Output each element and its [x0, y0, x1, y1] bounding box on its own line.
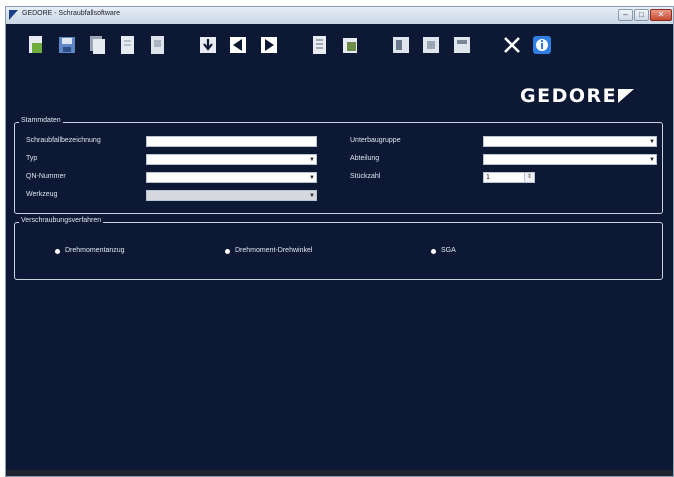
chevron-down-icon: ▼ [309, 157, 315, 163]
radio-label: Drehmoment-Drehwinkel [235, 247, 313, 254]
document-icon [121, 36, 134, 54]
stammdaten-group: Stammdaten Schraubfallbezeichnung Typ ▼ … [14, 117, 663, 214]
maximize-button[interactable]: □ [634, 9, 649, 21]
document-button[interactable] [147, 35, 167, 55]
werkzeug-select[interactable]: ▼ [146, 190, 317, 201]
schraubfall-input[interactable] [146, 136, 317, 147]
unterbaugruppe-label: Unterbaugruppe [350, 137, 401, 144]
import-button[interactable] [198, 35, 218, 55]
radio-dot-icon [431, 249, 436, 254]
floppy-disk-icon [59, 37, 75, 53]
settings-button[interactable] [502, 35, 522, 55]
stueckzahl-spinner[interactable]: 1 ⇕ [483, 172, 535, 183]
paste-button[interactable] [117, 35, 137, 55]
title-bar: GEDORE - Schraubfallsoftware – □ ✕ [6, 7, 673, 24]
document-plus-icon [29, 36, 42, 53]
schraubfall-label: Schraubfallbezeichnung [26, 137, 101, 144]
typ-select[interactable]: ▼ [146, 154, 317, 165]
arrow-left-icon [230, 37, 246, 53]
qn-label: QN-Nummer [26, 173, 66, 180]
document-icon [151, 36, 164, 54]
previous-button[interactable] [228, 35, 248, 55]
minimize-button[interactable]: – [618, 9, 633, 21]
template-button[interactable] [452, 35, 472, 55]
verfahren-group: Verschraubungsverfahren Drehmomentanzug … [14, 217, 663, 280]
next-button[interactable] [259, 35, 279, 55]
abteilung-select[interactable]: ▼ [483, 154, 657, 165]
tools-icon [504, 37, 520, 53]
radio-label: SGA [441, 247, 456, 254]
chevron-down-icon: ▼ [649, 157, 655, 163]
stammdaten-legend: Stammdaten [19, 117, 63, 124]
new-document-button[interactable] [26, 35, 46, 55]
radio-dot-icon [55, 249, 60, 254]
chevron-down-icon: ▼ [309, 175, 315, 181]
window-title: GEDORE - Schraubfallsoftware [22, 10, 121, 17]
unterbaugruppe-select[interactable]: ▼ [483, 136, 657, 147]
excel-icon [393, 37, 409, 53]
report-icon [313, 36, 326, 54]
stueckzahl-label: Stückzahl [350, 173, 381, 180]
gedore-logo-mark [618, 89, 634, 103]
werkzeug-label: Werkzeug [26, 191, 58, 198]
gedore-logo: GEDORE [520, 85, 618, 107]
chevron-down-icon: ▼ [649, 139, 655, 145]
app-window: GEDORE - Schraubfallsoftware – □ ✕ GEDOR… [5, 6, 674, 477]
radio-label: Drehmomentanzug [65, 247, 125, 254]
gedore-app-icon [9, 10, 18, 20]
status-bar [6, 470, 673, 476]
print-button[interactable] [421, 35, 441, 55]
arrow-right-icon [261, 37, 277, 53]
copy-document-icon [90, 36, 105, 54]
print-icon [423, 37, 439, 53]
toolbar [6, 24, 673, 70]
report-button[interactable] [309, 35, 329, 55]
chevron-down-icon: ▼ [309, 193, 315, 199]
info-button[interactable] [532, 35, 552, 55]
radio-dot-icon [225, 249, 230, 254]
excel-button[interactable] [391, 35, 411, 55]
copy-button[interactable] [87, 35, 107, 55]
close-button[interactable]: ✕ [650, 9, 672, 21]
spinner-arrows-icon[interactable]: ⇕ [524, 173, 534, 182]
template-icon [454, 37, 470, 53]
import-arrow-icon [200, 37, 216, 53]
save-button[interactable] [57, 35, 77, 55]
qn-select[interactable]: ▼ [146, 172, 317, 183]
main-content: GEDORE Stammdaten Schraubfallbezeichnung… [6, 70, 673, 472]
typ-label: Typ [26, 155, 38, 162]
verfahren-legend: Verschraubungsverfahren [19, 217, 104, 224]
abteilung-label: Abteilung [350, 155, 380, 162]
export-icon [343, 38, 357, 53]
stueckzahl-value: 1 [486, 174, 490, 181]
info-icon [533, 36, 551, 54]
export-button[interactable] [340, 35, 360, 55]
